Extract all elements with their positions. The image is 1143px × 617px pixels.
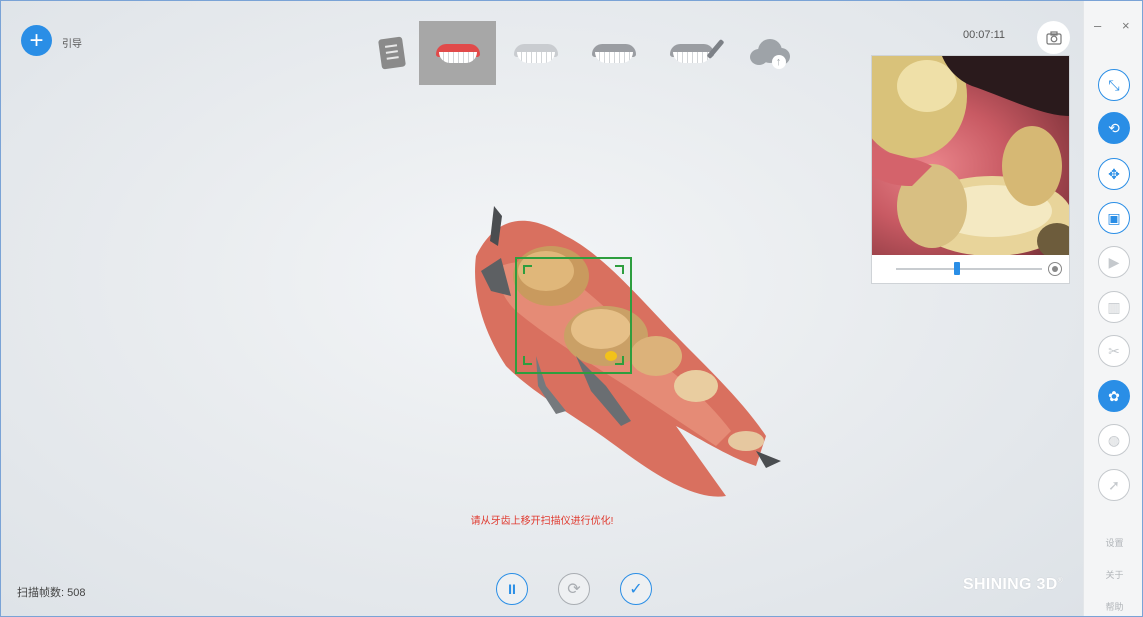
fit-view-button[interactable]: ⤡ [1098,69,1130,101]
step-edit[interactable] [653,21,730,85]
guide-label[interactable]: 引导 [62,35,82,50]
trash-icon: ▥ [1107,298,1121,315]
cut-button[interactable]: ✂ [1098,335,1130,367]
occlusion-button[interactable]: ◍ [1098,424,1130,456]
minimize-button[interactable]: – [1094,18,1101,33]
play-button[interactable]: ▶ [1098,246,1130,278]
upper-jaw-icon [435,41,480,65]
pause-button[interactable]: II [496,573,528,605]
preview-slider-thumb[interactable] [954,262,960,275]
scan-3d-model[interactable] [456,196,796,516]
brand-mark: ® [1057,577,1064,585]
texture-icon: ✿ [1108,387,1120,404]
texture-button[interactable]: ✿ [1098,380,1130,412]
step-upper-jaw[interactable] [419,21,496,85]
refresh-button[interactable]: ⟳ [558,573,590,605]
app-window: + 引导 ↑ 00:07:11 请从牙齿上移开扫描仪进行优化! 扫描帧数: 50… [0,0,1143,617]
select-button[interactable]: ➚ [1098,469,1130,501]
check-icon: ✓ [629,581,643,598]
delete-button[interactable]: ▥ [1098,291,1130,323]
settings-link[interactable]: 设置 [1084,536,1142,549]
camera-icon [1045,30,1062,45]
lock-icon: ▣ [1107,209,1121,226]
brand-logo: SHINING 3D® [963,576,1063,594]
bite-icon [591,41,636,65]
edit-jaw-icon [669,38,724,65]
scan-warning-message: 请从牙齿上移开扫描仪进行优化! [470,516,614,527]
guide-plus-button[interactable]: + [21,25,52,56]
frame-count: 扫描帧数: 508 [17,584,85,600]
pan-icon: ✥ [1108,165,1120,182]
step-lower-jaw[interactable] [497,21,574,85]
lock-button[interactable]: ▣ [1098,202,1130,234]
select-icon: ➚ [1108,476,1120,493]
help-link[interactable]: 帮助 [1084,600,1142,613]
lower-jaw-icon [513,41,558,65]
refresh-icon: ⟳ [567,581,581,598]
auto-exposure-icon[interactable] [1048,262,1062,276]
right-toolbar: – × ⤡ ⟲ ✥ ▣ ▶ ▥ ✂ ✿ ◍ ➚ 设置 关于 帮助 [1083,1,1142,616]
play-icon: ▶ [1108,253,1120,270]
live-preview-panel [871,55,1070,284]
rotate-button[interactable]: ⟲ [1098,112,1130,144]
frame-count-value: 508 [67,587,86,599]
order-form-icon [377,36,406,70]
step-upload[interactable]: ↑ [731,21,808,85]
occlusion-icon: ◍ [1107,431,1121,448]
pause-icon: II [508,581,516,597]
about-link[interactable]: 关于 [1084,568,1142,581]
pan-button[interactable]: ✥ [1098,158,1130,190]
cut-icon: ✂ [1108,342,1120,359]
fit-view-icon: ⤡ [1108,76,1120,93]
frame-count-label: 扫描帧数: [17,587,65,599]
preview-brightness-slider[interactable] [896,268,1042,270]
rotate-icon: ⟲ [1108,119,1120,136]
confirm-button[interactable]: ✓ [620,573,652,605]
step-bite[interactable] [575,21,652,85]
live-camera-image [872,56,1069,255]
brand-name: SHINING 3D [963,576,1058,593]
scan-timer: 00:07:11 [963,29,1006,41]
close-button[interactable]: × [1122,18,1130,33]
cloud-upload-icon: ↑ [748,39,792,69]
screenshot-button[interactable] [1037,21,1070,54]
scan-viewport[interactable]: + 引导 ↑ 00:07:11 请从牙齿上移开扫描仪进行优化! 扫描帧数: 50… [1,1,1083,616]
